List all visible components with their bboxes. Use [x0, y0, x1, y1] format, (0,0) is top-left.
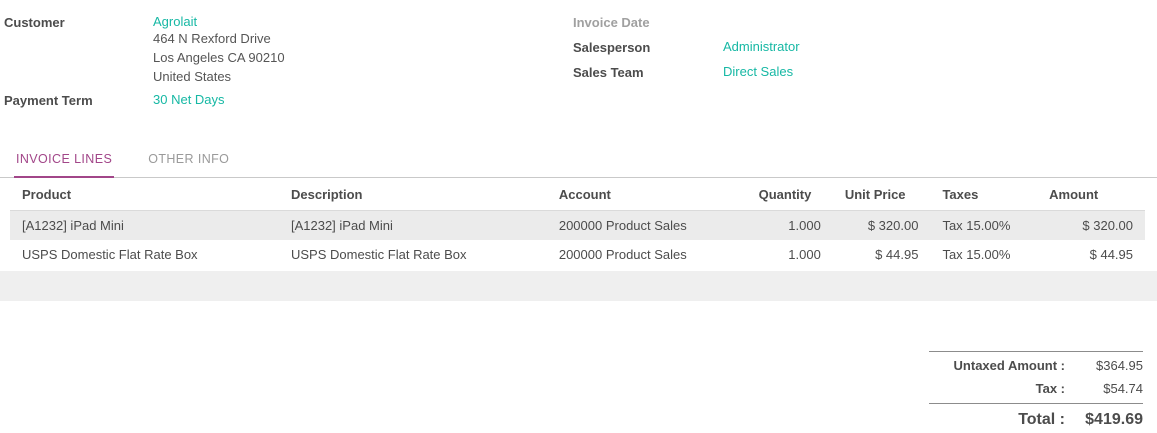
payment-term-link[interactable]: 30 Net Days: [153, 92, 225, 107]
sales-team-label: Sales Team: [573, 64, 723, 80]
cell-taxes[interactable]: Tax 15.00%: [930, 240, 1037, 269]
customer-label: Customer: [4, 14, 153, 30]
invoice-date-label: Invoice Date: [573, 14, 723, 30]
notebook-tabbar: INVOICE LINES OTHER INFO: [0, 152, 1157, 178]
cell-quantity[interactable]: 1.000: [747, 211, 833, 241]
col-header-unit-price[interactable]: Unit Price: [833, 178, 931, 211]
col-header-account[interactable]: Account: [547, 178, 747, 211]
tab-invoice-lines[interactable]: INVOICE LINES: [14, 152, 114, 178]
sales-team-field: Sales Team Direct Sales: [573, 64, 1145, 80]
untaxed-amount-value: $364.95: [1081, 358, 1143, 373]
cell-product[interactable]: [A1232] iPad Mini: [10, 211, 279, 241]
total-row: Total : $419.69: [929, 403, 1143, 433]
tax-row: Tax : $54.74: [929, 377, 1143, 400]
untaxed-amount-label: Untaxed Amount :: [929, 358, 1081, 373]
cell-unit-price[interactable]: $ 320.00: [833, 211, 931, 241]
empty-row-band: [0, 271, 1157, 301]
payment-term-field: Payment Term 30 Net Days: [4, 92, 573, 108]
totals-panel: Untaxed Amount : $364.95 Tax : $54.74 To…: [929, 351, 1143, 433]
customer-address: 464 N Rexford Drive Los Angeles CA 90210…: [153, 29, 573, 86]
sales-team-link[interactable]: Direct Sales: [723, 64, 793, 79]
untaxed-amount-row: Untaxed Amount : $364.95: [929, 351, 1143, 377]
table-header-row: Product Description Account Quantity Uni…: [10, 178, 1145, 211]
invoice-lines-table: Product Description Account Quantity Uni…: [10, 178, 1145, 269]
right-field-group: Invoice Date Salesperson Administrator S…: [573, 14, 1145, 114]
address-line-3: United States: [153, 67, 573, 86]
cell-taxes[interactable]: Tax 15.00%: [930, 211, 1037, 241]
table-row[interactable]: USPS Domestic Flat Rate Box USPS Domesti…: [10, 240, 1145, 269]
address-line-1: 464 N Rexford Drive: [153, 29, 573, 48]
col-header-taxes[interactable]: Taxes: [930, 178, 1037, 211]
cell-description[interactable]: USPS Domestic Flat Rate Box: [279, 240, 547, 269]
left-field-group: Customer Agrolait 464 N Rexford Drive Lo…: [4, 14, 573, 114]
cell-quantity[interactable]: 1.000: [747, 240, 833, 269]
salesperson-label: Salesperson: [573, 39, 723, 55]
payment-term-label: Payment Term: [4, 92, 153, 108]
cell-description[interactable]: [A1232] iPad Mini: [279, 211, 547, 241]
cell-amount[interactable]: $ 320.00: [1037, 211, 1145, 241]
col-header-description[interactable]: Description: [279, 178, 547, 211]
cell-unit-price[interactable]: $ 44.95: [833, 240, 931, 269]
table-row[interactable]: [A1232] iPad Mini [A1232] iPad Mini 2000…: [10, 211, 1145, 241]
cell-account[interactable]: 200000 Product Sales: [547, 211, 747, 241]
salesperson-field: Salesperson Administrator: [573, 39, 1145, 55]
tab-other-info[interactable]: OTHER INFO: [146, 152, 231, 177]
invoice-header-fields: Customer Agrolait 464 N Rexford Drive Lo…: [0, 0, 1157, 114]
total-label: Total :: [929, 411, 1081, 429]
cell-account[interactable]: 200000 Product Sales: [547, 240, 747, 269]
customer-field: Customer Agrolait 464 N Rexford Drive Lo…: [4, 14, 573, 86]
col-header-product[interactable]: Product: [10, 178, 279, 211]
tax-label: Tax :: [929, 381, 1081, 396]
invoice-date-field: Invoice Date: [573, 14, 1145, 30]
salesperson-link[interactable]: Administrator: [723, 39, 800, 54]
customer-value: Agrolait 464 N Rexford Drive Los Angeles…: [153, 14, 573, 86]
address-line-2: Los Angeles CA 90210: [153, 48, 573, 67]
cell-amount[interactable]: $ 44.95: [1037, 240, 1145, 269]
tax-value: $54.74: [1081, 381, 1143, 396]
col-header-amount[interactable]: Amount: [1037, 178, 1145, 211]
total-value: $419.69: [1081, 411, 1143, 429]
col-header-quantity[interactable]: Quantity: [747, 178, 833, 211]
cell-product[interactable]: USPS Domestic Flat Rate Box: [10, 240, 279, 269]
customer-link[interactable]: Agrolait: [153, 14, 197, 29]
